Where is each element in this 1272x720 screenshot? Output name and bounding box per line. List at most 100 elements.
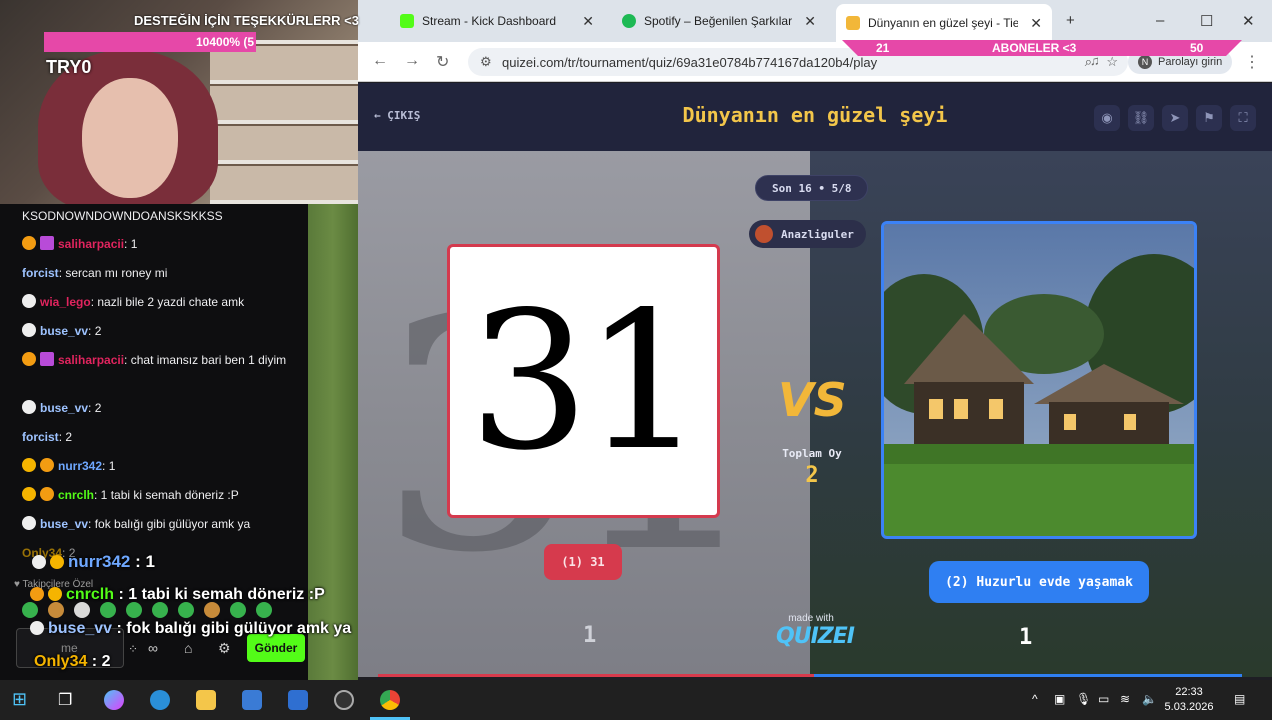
chat-username[interactable]: cnrclh [58, 488, 94, 502]
maximize-icon[interactable]: ☐ [1200, 12, 1213, 30]
settings-icon[interactable]: ⚙ [218, 640, 231, 657]
donation-thanks-text: DESTEĞİN İÇİN TEŞEKKÜRLERR <3 [134, 13, 360, 28]
close-tab-icon[interactable]: ✕ [582, 13, 594, 30]
option-2-card[interactable] [881, 221, 1197, 539]
option-1-image-text: 31 [468, 270, 705, 492]
chat-text: : 1 tabi ki semah döneriz :P [94, 488, 239, 502]
quiz-page: ← ÇIKIŞ Dünyanın en güzel şeyi ◉ ⛓ ➤ ⚑ ⛶… [358, 83, 1272, 677]
total-votes-value: 2 [805, 463, 819, 488]
send-icon[interactable]: ➤ [1162, 105, 1188, 131]
obs-icon[interactable] [334, 690, 354, 710]
store-icon[interactable]: ⌂ [184, 640, 192, 656]
clock[interactable]: 22:33 5.03.2026 [1164, 685, 1214, 715]
flag-icon[interactable]: ⚑ [1196, 105, 1222, 131]
browser-menu-icon[interactable]: ⋮ [1244, 52, 1260, 72]
chat-username[interactable]: saliharpacii [58, 353, 124, 367]
chat-message: buse_vv: 2 [22, 398, 302, 418]
link-icon[interactable]: ⛓ [1128, 105, 1154, 131]
tab-spotify[interactable]: Spotify – Beğenilen Şarkılar ✕ [612, 6, 826, 36]
chat-username[interactable]: nurr342 [58, 459, 102, 473]
tab-kick-dashboard[interactable]: Stream - Kick Dashboard ✕ [390, 6, 604, 36]
store-app-icon[interactable] [242, 690, 262, 710]
option-1-vote-count: 1 [583, 623, 597, 648]
minimize-icon[interactable]: – [1156, 12, 1164, 29]
emote-icon[interactable] [204, 602, 220, 618]
notification-icon[interactable]: ▤ [1234, 692, 1245, 706]
windows-start-icon[interactable]: ⊞ [12, 689, 32, 709]
emote-icon[interactable] [178, 602, 194, 618]
profile-avatar-icon: N [1138, 55, 1152, 69]
new-tab-button[interactable]: + [1066, 12, 1075, 29]
browser-tab-bar: Stream - Kick Dashboard ✕ Spotify – Beğe… [358, 0, 1272, 42]
emote-icon[interactable] [48, 602, 64, 618]
tab-quizei[interactable]: Dünyanın en güzel şeyi - Tier Li ✕ [836, 4, 1052, 42]
edge-icon[interactable] [150, 690, 170, 710]
chat-username[interactable]: buse_vv [40, 517, 88, 531]
url-text: quizei.com/tr/tournament/quiz/69a31e0784… [502, 54, 878, 70]
emote-icon[interactable] [22, 602, 38, 618]
forward-icon[interactable]: → [404, 52, 420, 70]
emote-icon[interactable] [152, 602, 168, 618]
chat-username[interactable]: saliharpacii [58, 237, 124, 251]
option-1-card[interactable]: 31 [447, 244, 720, 518]
cat-badge-icon [30, 621, 44, 635]
battery-icon[interactable]: ▭ [1098, 692, 1109, 706]
cat-badge-icon [22, 352, 36, 366]
file-explorer-icon[interactable] [196, 690, 216, 710]
made-with-quizei[interactable]: made with QUIZEI [776, 613, 855, 649]
chrome-icon[interactable] [380, 690, 400, 710]
dots-icon[interactable]: ⁘ [128, 642, 138, 656]
donation-progress-text: 10400% (5 [196, 35, 255, 49]
send-button[interactable]: Gönder [247, 634, 305, 662]
spotify-favicon-icon [622, 14, 636, 28]
fullscreen-icon[interactable]: ⛶ [1230, 105, 1256, 131]
cat-badge-icon [22, 400, 36, 414]
infinity-icon[interactable]: ∞ [148, 640, 158, 656]
eye-icon[interactable]: ◉ [1094, 105, 1120, 131]
bookshelf [210, 40, 358, 204]
back-icon[interactable]: ← [372, 52, 388, 70]
bookmark-star-icon[interactable]: ☆ [1106, 54, 1118, 70]
emote-icon[interactable] [256, 602, 272, 618]
badge-icon [22, 458, 36, 472]
chat-message: forcist: sercan mı roney mi [22, 263, 302, 283]
close-tab-icon[interactable]: ✕ [804, 13, 816, 30]
option-1-button[interactable]: (1) 31 [544, 544, 622, 580]
volume-icon[interactable]: 🔈 [1142, 692, 1157, 706]
cat-badge-icon [40, 458, 54, 472]
reload-icon[interactable]: ↻ [436, 52, 449, 72]
emote-icon[interactable] [126, 602, 142, 618]
badge-icon [48, 587, 62, 601]
author-chip[interactable]: Anazliguler [749, 220, 866, 248]
microphone-icon[interactable]: 🎙 [1076, 692, 1091, 706]
grass-background [308, 204, 358, 680]
site-info-icon[interactable]: ⚙ [480, 54, 492, 70]
author-avatar [755, 225, 773, 243]
outlook-icon[interactable] [288, 690, 308, 710]
option-2-button[interactable]: (2) Huzurlu evde yaşamak [929, 561, 1149, 603]
chat-username[interactable]: buse_vv [40, 401, 88, 415]
close-tab-icon[interactable]: ✕ [1030, 15, 1042, 32]
chat-message: saliharpacii: chat imansız bari ben 1 di… [22, 350, 302, 370]
task-view-icon[interactable]: ❐ [58, 690, 78, 710]
chat-text: : nazli bile 2 yazdi chate amk [90, 295, 245, 309]
gift-badge-icon [40, 236, 54, 250]
emote-icon[interactable] [74, 602, 90, 618]
emote-icon[interactable] [230, 602, 246, 618]
tray-chevron-icon[interactable]: ^ [1032, 692, 1038, 706]
close-window-icon[interactable]: ✕ [1242, 12, 1255, 30]
overlay-chat-line: cnrclh : 1 tabi ki semah döneriz :P [30, 586, 325, 604]
gift-badge-icon [40, 352, 54, 366]
chat-username[interactable]: forcist [22, 266, 59, 280]
chat-text: KSODNOWNDOWNDOANSKSKKSS [22, 209, 223, 223]
overlay-username: cnrclh [66, 586, 115, 603]
tray-app-icon[interactable]: ▣ [1054, 692, 1065, 706]
chat-username[interactable]: wia_lego [40, 295, 91, 309]
chat-username[interactable]: forcist [22, 430, 59, 444]
cat-badge-icon [22, 236, 36, 250]
chat-message: KSODNOWNDOWNDOANSKSKKSS [22, 206, 302, 226]
copilot-icon[interactable] [104, 690, 124, 710]
wifi-icon[interactable]: ≋ [1120, 692, 1130, 706]
emote-icon[interactable] [100, 602, 116, 618]
chat-username[interactable]: buse_vv [40, 324, 88, 338]
